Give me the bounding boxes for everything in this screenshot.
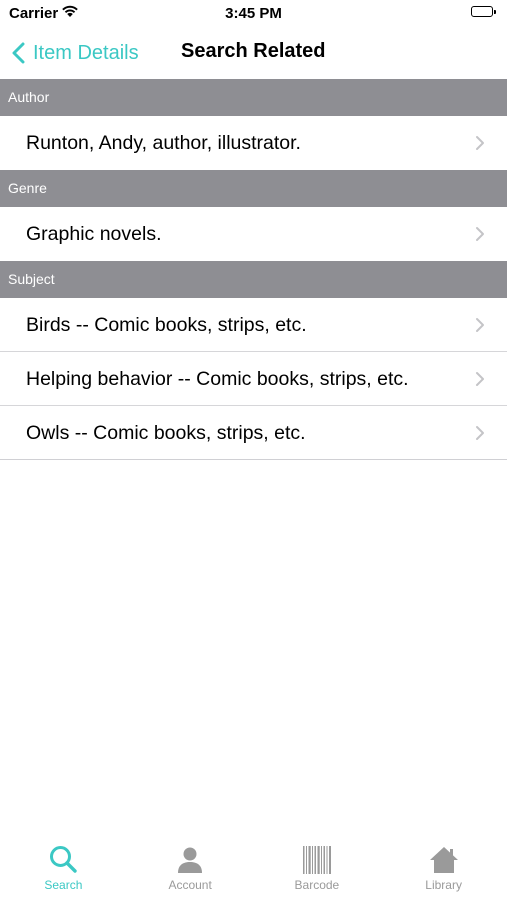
chevron-right-icon	[476, 318, 484, 332]
back-button-label: Item Details	[33, 41, 139, 64]
list-item[interactable]: Helping behavior -- Comic books, strips,…	[0, 352, 507, 406]
list-item-label: Owls -- Comic books, strips, etc.	[26, 421, 306, 444]
list-item[interactable]: Graphic novels.	[0, 207, 507, 261]
tab-search[interactable]: Search	[0, 834, 127, 900]
tab-label: Account	[168, 878, 212, 892]
chevron-left-icon	[12, 42, 25, 64]
chevron-right-icon	[476, 136, 484, 150]
house-icon	[429, 844, 459, 874]
tab-label: Search	[44, 878, 83, 892]
tab-library[interactable]: Library	[380, 834, 507, 900]
tab-barcode[interactable]: Barcode	[254, 834, 381, 900]
chevron-right-icon	[476, 426, 484, 440]
tab-account[interactable]: Account	[127, 834, 254, 900]
page-title: Search Related	[181, 40, 326, 62]
list-item[interactable]: Owls -- Comic books, strips, etc.	[0, 406, 507, 460]
navigation-bar: Item Details Search Related	[0, 28, 507, 78]
related-search-list: Author Runton, Andy, author, illustrator…	[0, 79, 507, 460]
list-item-label: Runton, Andy, author, illustrator.	[26, 131, 301, 154]
back-button[interactable]: Item Details	[12, 38, 139, 68]
tab-bar: Search Account Barcode Library	[0, 834, 507, 900]
chevron-right-icon	[476, 372, 484, 386]
status-time: 3:45 PM	[225, 5, 282, 22]
section-header-subject: Subject	[0, 261, 507, 298]
chevron-right-icon	[476, 227, 484, 241]
barcode-icon	[302, 844, 332, 874]
battery-icon	[471, 6, 498, 19]
list-item[interactable]: Runton, Andy, author, illustrator.	[0, 116, 507, 170]
list-item[interactable]: Birds -- Comic books, strips, etc.	[0, 298, 507, 352]
list-item-label: Helping behavior -- Comic books, strips,…	[26, 367, 409, 390]
tab-label: Library	[425, 878, 462, 892]
search-icon	[48, 844, 78, 874]
section-header-author: Author	[0, 79, 507, 116]
list-item-label: Birds -- Comic books, strips, etc.	[26, 313, 307, 336]
tab-label: Barcode	[294, 878, 340, 892]
row-divider	[0, 459, 507, 460]
section-header-genre: Genre	[0, 170, 507, 207]
person-icon	[176, 844, 204, 874]
status-bar: Carrier 3:45 PM	[0, 0, 507, 28]
list-item-label: Graphic novels.	[26, 222, 162, 245]
